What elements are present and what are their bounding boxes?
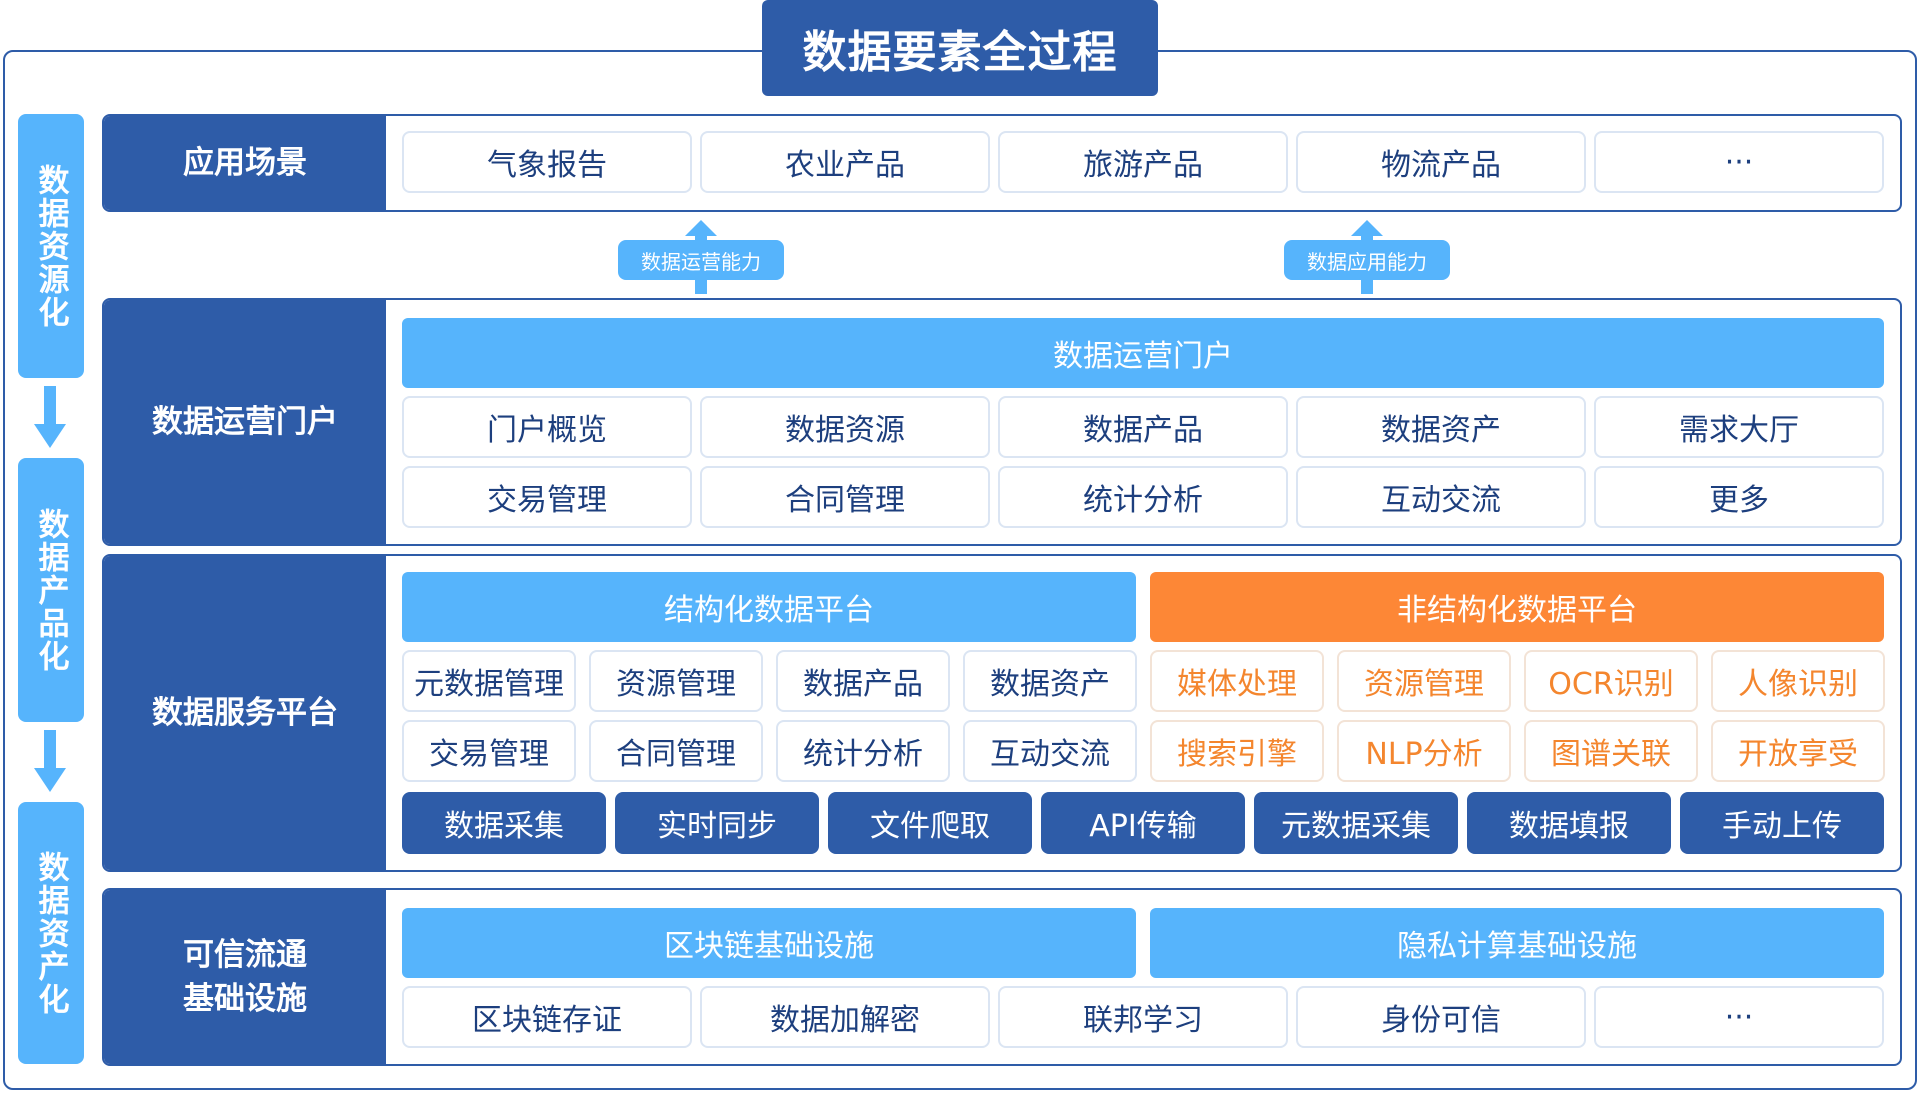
layer-trusted-infrastructure: 可信流通 基础设施 区块链基础设施 隐私计算基础设施 区块链存证 数据加解密 联… [102, 888, 1902, 1066]
portal-item: 数据资源 [700, 396, 990, 458]
unstructured-item: 图谱关联 [1524, 720, 1698, 782]
collect-item: 数据采集 [402, 792, 606, 854]
layer-label: 数据服务平台 [104, 556, 386, 870]
portal-bar: 数据运营门户 [402, 318, 1884, 388]
unstructured-item: 搜索引擎 [1150, 720, 1324, 782]
unstructured-item: 媒体处理 [1150, 650, 1324, 712]
diagram-title: 数据要素全过程 [762, 0, 1158, 96]
down-arrow-icon [34, 730, 66, 792]
portal-item: 合同管理 [700, 466, 990, 528]
privacy-compute-bar: 隐私计算基础设施 [1150, 908, 1884, 978]
structured-item: 合同管理 [589, 720, 763, 782]
layer-operation-portal: 数据运营门户 数据运营门户 门户概览 数据资源 数据产品 数据资产 需求大厅 交… [102, 298, 1902, 546]
infra-item: 数据加解密 [700, 986, 990, 1048]
blockchain-infra-bar: 区块链基础设施 [402, 908, 1136, 978]
structured-item: 互动交流 [963, 720, 1137, 782]
portal-item: 门户概览 [402, 396, 692, 458]
collect-item: 手动上传 [1680, 792, 1884, 854]
portal-item: 数据资产 [1296, 396, 1586, 458]
layer-service-platform: 数据服务平台 结构化数据平台 非结构化数据平台 元数据管理 资源管理 数据产品 … [102, 554, 1902, 872]
collect-item: 数据填报 [1467, 792, 1671, 854]
collect-item: 文件爬取 [828, 792, 1032, 854]
structured-item: 数据资产 [963, 650, 1137, 712]
down-arrow-icon [34, 386, 66, 448]
portal-item: 数据产品 [998, 396, 1288, 458]
layer-label: 应用场景 [104, 116, 386, 210]
layer-application: 应用场景 气象报告 农业产品 旅游产品 物流产品 ··· [102, 114, 1902, 212]
unstructured-item: NLP分析 [1337, 720, 1511, 782]
scene-item: 物流产品 [1296, 131, 1586, 193]
portal-item: 互动交流 [1296, 466, 1586, 528]
structured-item: 统计分析 [776, 720, 950, 782]
structured-item: 交易管理 [402, 720, 576, 782]
layer-label: 可信流通 基础设施 [104, 890, 386, 1064]
stage-product: 数据产品化 [18, 458, 84, 722]
capability-application: 数据应用能力 [1284, 240, 1450, 280]
scene-item: 旅游产品 [998, 131, 1288, 193]
scene-item-more: ··· [1594, 131, 1884, 193]
scene-item: 气象报告 [402, 131, 692, 193]
structured-item: 资源管理 [589, 650, 763, 712]
portal-item: 统计分析 [998, 466, 1288, 528]
stage-asset: 数据资产化 [18, 802, 84, 1064]
stage-resource: 数据资源化 [18, 114, 84, 378]
collect-item: 实时同步 [615, 792, 819, 854]
structured-item: 数据产品 [776, 650, 950, 712]
structured-platform-bar: 结构化数据平台 [402, 572, 1136, 642]
unstructured-item: 人像识别 [1711, 650, 1885, 712]
infra-item: 身份可信 [1296, 986, 1586, 1048]
infra-item: 联邦学习 [998, 986, 1288, 1048]
collect-item: 元数据采集 [1254, 792, 1458, 854]
portal-item: 交易管理 [402, 466, 692, 528]
layer-label: 数据运营门户 [104, 300, 386, 544]
collect-item: API传输 [1041, 792, 1245, 854]
unstructured-platform-bar: 非结构化数据平台 [1150, 572, 1884, 642]
structured-item: 元数据管理 [402, 650, 576, 712]
capability-operation: 数据运营能力 [618, 240, 784, 280]
unstructured-item: 资源管理 [1337, 650, 1511, 712]
unstructured-item: 开放享受 [1711, 720, 1885, 782]
portal-item: 更多 [1594, 466, 1884, 528]
scene-item: 农业产品 [700, 131, 990, 193]
unstructured-item: OCR识别 [1524, 650, 1698, 712]
infra-item-more: ··· [1594, 986, 1884, 1048]
portal-item: 需求大厅 [1594, 396, 1884, 458]
infra-item: 区块链存证 [402, 986, 692, 1048]
